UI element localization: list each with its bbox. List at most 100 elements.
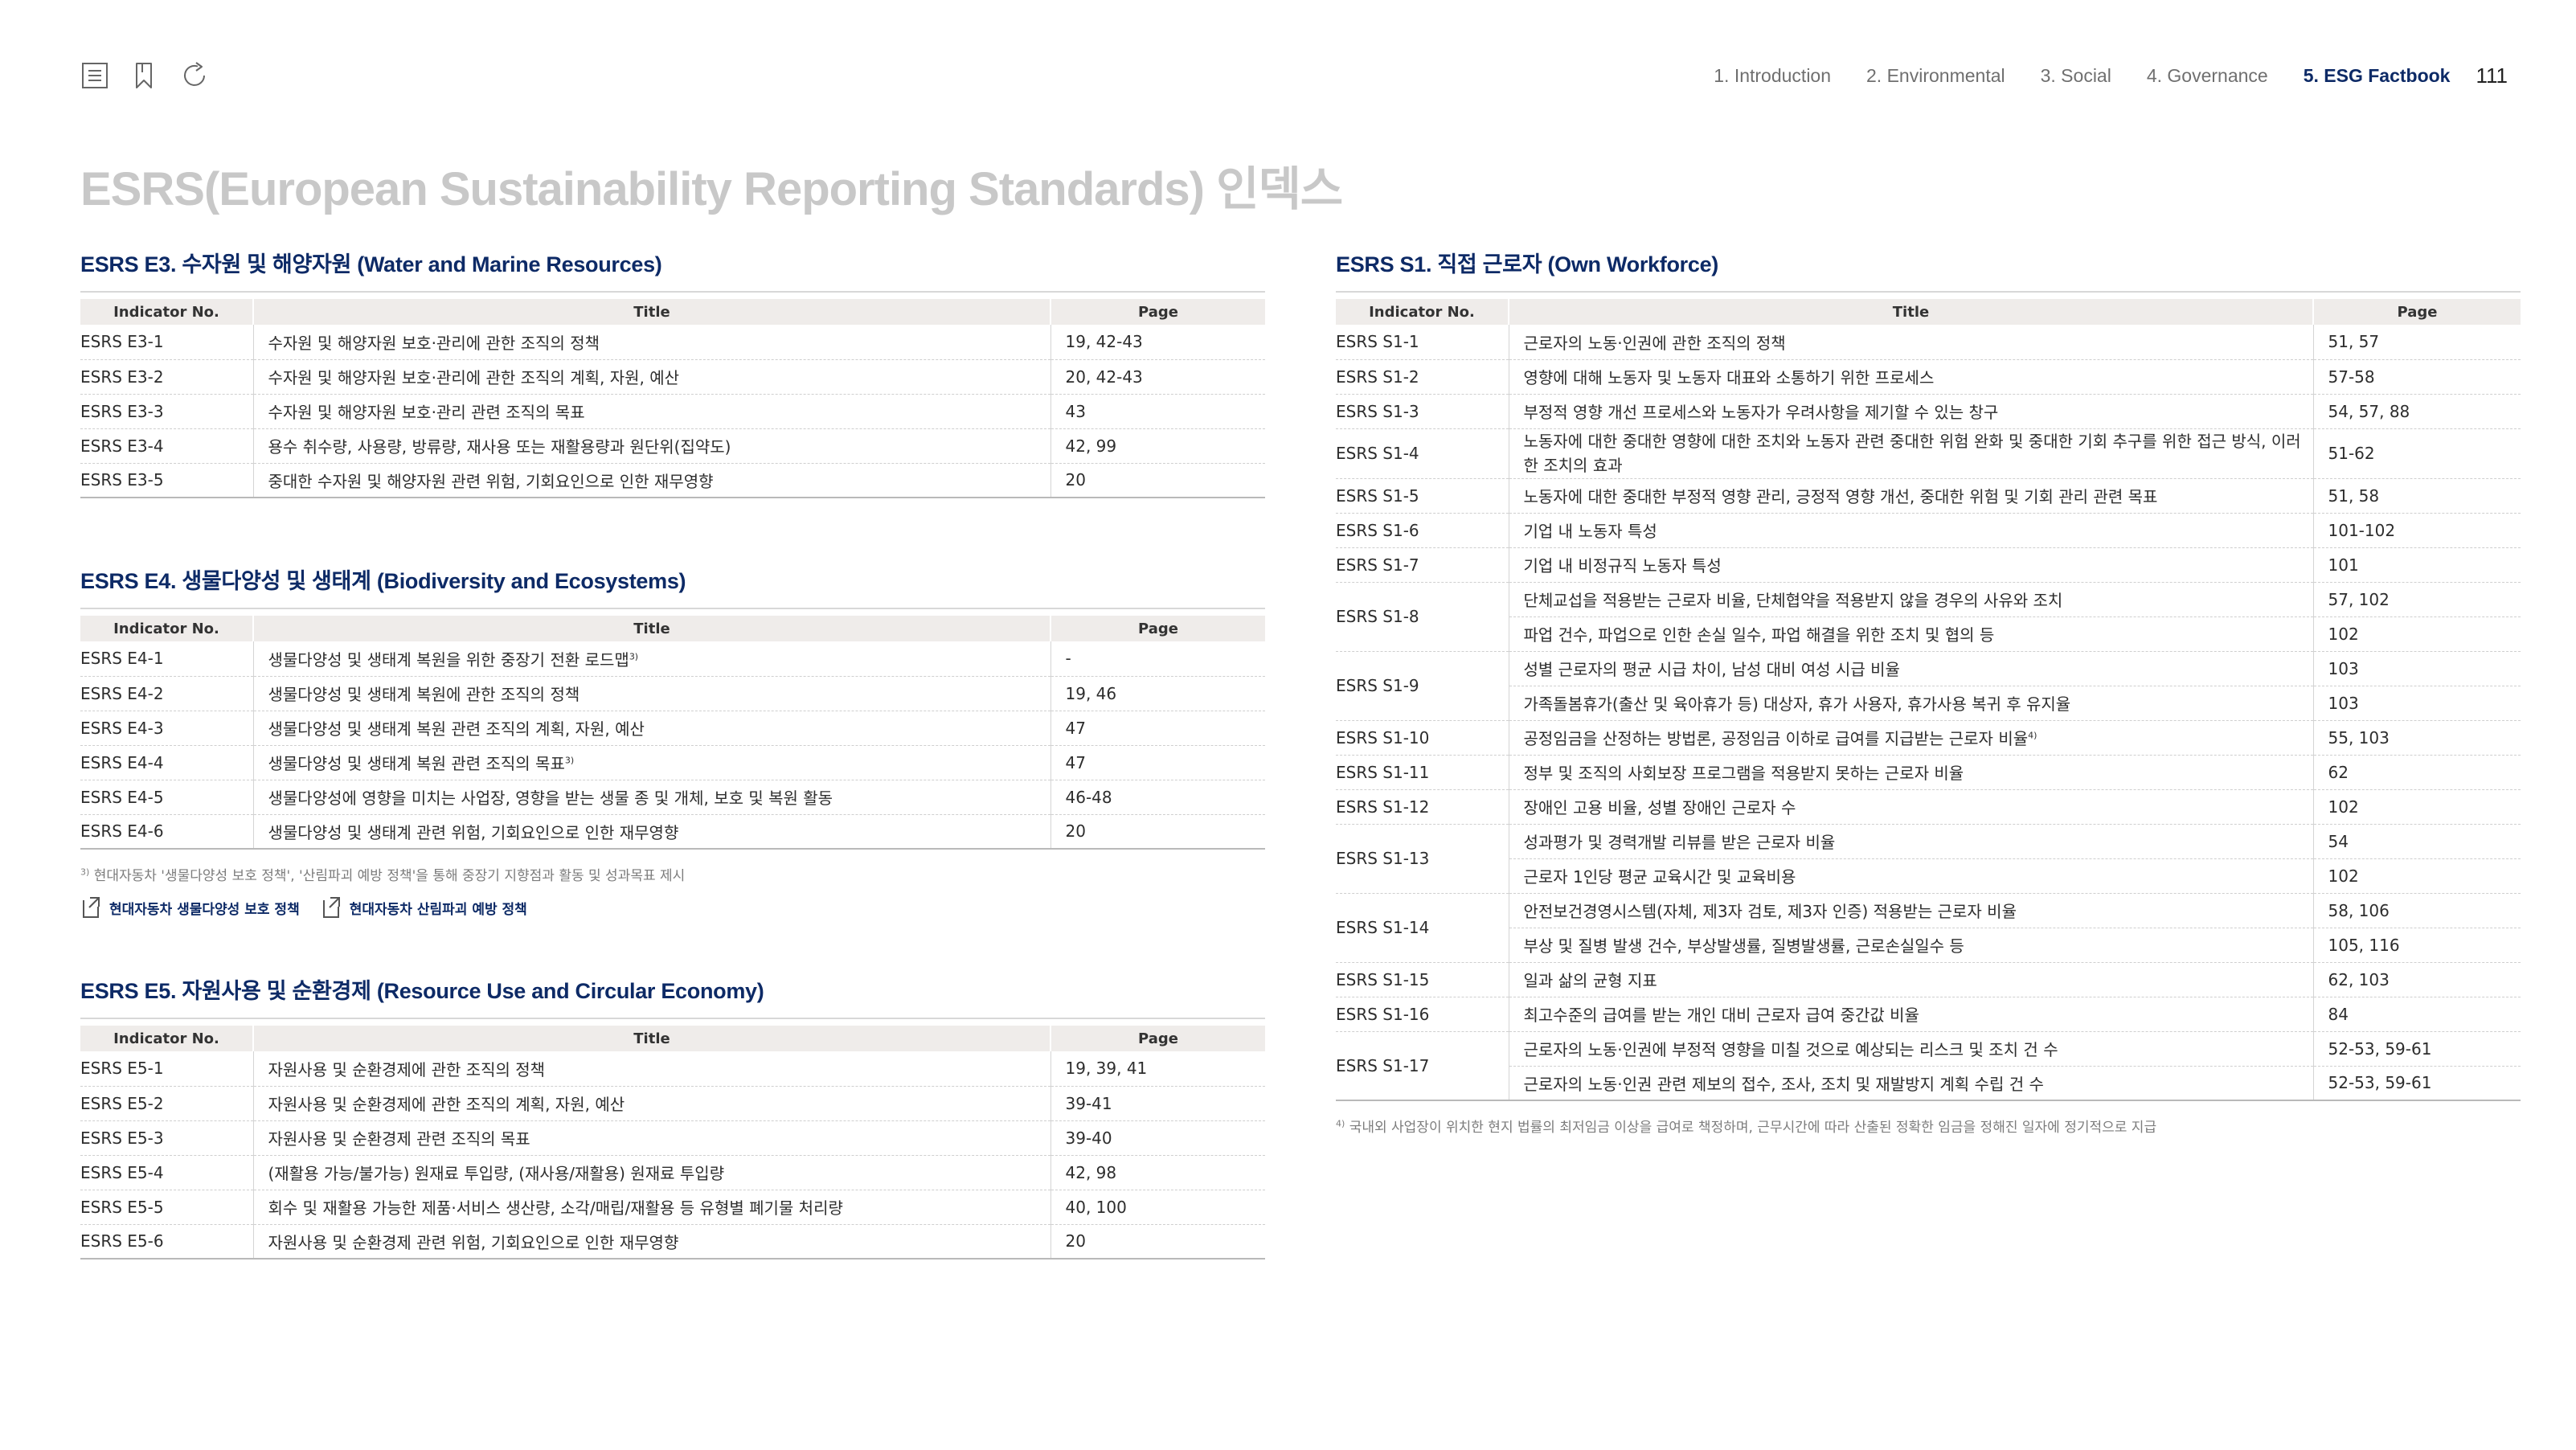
indicator-cell: ESRS S1-5: [1336, 485, 1419, 506]
indicator-cell: ESRS S1-2: [1336, 367, 1419, 387]
table-row: ESRS S1-14 안전보건경영시스템(자체, 제3자 검토, 제3자 인증) …: [1336, 893, 2521, 937]
title-cell: 기업 내 노동자 특성: [1508, 513, 2313, 547]
col-header-page: Page: [1050, 299, 1265, 325]
section-nav: 1. Introduction 2. Environmental 3. Soci…: [1678, 58, 2508, 93]
title-cell: 장애인 고용 비율, 성별 장애인 근로자 수: [1508, 789, 2313, 824]
title-cell: 생물다양성에 영향을 미치는 사업장, 영향을 받는 생물 종 및 개체, 보호…: [252, 780, 1050, 814]
title-cell: (재활용 가능/불가능) 원재료 투입량, (재사용/재활용) 원재료 투입량: [252, 1155, 1050, 1190]
title-text: 장애인 고용 비율, 성별 장애인 근로자 수: [1523, 798, 1796, 817]
title-text: 안전보건경영시스템(자체, 제3자 검토, 제3자 인증) 적용받는 근로자 비…: [1523, 902, 2017, 921]
title-cell: 정부 및 조직의 사회보장 프로그램을 적용받지 못하는 근로자 비율: [1508, 755, 2313, 789]
col-header-title: Title: [252, 299, 1050, 325]
table-s1: Indicator No. Title Page ESRS S1-1 근로자의 노…: [1336, 299, 2521, 1101]
title-text: 자원사용 및 순환경제 관련 위험, 기회요인으로 인한 재무영향: [268, 1232, 679, 1252]
title-cell: 영향에 대해 노동자 및 노동자 대표와 소통하기 위한 프로세스: [1508, 359, 2313, 394]
title-cell: 근로자의 노동·인권에 관한 조직의 정책: [1508, 325, 2313, 359]
table-row: 부상 및 질병 발생 건수, 부상발생률, 질병발생률, 근로손실일수 등 105…: [1336, 928, 2521, 962]
page-cell: 19, 46: [1050, 676, 1265, 711]
title-cell: 근로자 1인당 평균 교육시간 및 교육비용: [1508, 858, 2313, 893]
title-cell: 노동자에 대한 중대한 영향에 대한 조치와 노동자 관련 중대한 위험 완화 …: [1508, 428, 2313, 478]
bookmark-icon[interactable]: [130, 61, 159, 90]
page-cell: 20: [1050, 1224, 1265, 1259]
indicator-cell: ESRS E3-3: [80, 401, 164, 421]
page-cell: 52-53, 59-61: [2312, 1031, 2521, 1066]
col-header-page: Page: [1050, 616, 1265, 641]
title-cell: 성과평가 및 경력개발 리뷰를 받은 근로자 비율: [1508, 824, 2313, 858]
page-cell: 103: [2312, 651, 2521, 686]
nav-esg-factbook[interactable]: 5. ESG Factbook: [2304, 65, 2451, 87]
indicator-cell: ESRS E5-4: [80, 1162, 164, 1182]
title-cell: 파업 건수, 파업으로 인한 손실 일수, 파업 해결을 위한 조치 및 협의 …: [1508, 616, 2313, 651]
page-cell: 20: [1050, 463, 1265, 498]
title-cell: 생물다양성 및 생태계 복원에 관한 조직의 정책: [252, 676, 1050, 711]
table-row: ESRS E4-1 생물다양성 및 생태계 복원을 위한 중장기 전환 로드맵3)…: [80, 641, 1265, 676]
title-text: 근로자의 노동·인권 관련 제보의 접수, 조사, 조치 및 재발방지 계획 수…: [1523, 1074, 2044, 1094]
table-row: ESRS E3-3 수자원 및 해양자원 보호·관리 관련 조직의 목표 43: [80, 394, 1265, 428]
title-text: 근로자의 노동·인권에 부정적 영향을 미칠 것으로 예상되는 리스크 및 조치…: [1523, 1040, 2058, 1059]
indicator-cell: ESRS E3-5: [80, 470, 164, 490]
nav-governance[interactable]: 4. Governance: [2147, 65, 2268, 87]
title-text: 수자원 및 해양자원 보호·관리 관련 조직의 목표: [268, 403, 585, 422]
policy-links: 현대자동차 생물다양성 보호 정책 현대자동차 산림파괴 예방 정책: [80, 895, 1265, 920]
title-text: 부상 및 질병 발생 건수, 부상발생률, 질병발생률, 근로손실일수 등: [1523, 936, 1964, 956]
table-row: ESRS E5-5 회수 및 재활용 가능한 제품·서비스 생산량, 소각/매립/…: [80, 1190, 1265, 1224]
link-deforestation-policy[interactable]: 현대자동차 산림파괴 예방 정책: [321, 895, 527, 920]
link-label: 현대자동차 산림파괴 예방 정책: [349, 901, 527, 918]
refresh-icon[interactable]: [180, 61, 209, 90]
title-cell: 수자원 및 해양자원 보호·관리에 관한 조직의 계획, 자원, 예산: [252, 359, 1050, 394]
table-row: ESRS E3-5 중대한 수자원 및 해양자원 관련 위험, 기회요인으로 인한…: [80, 463, 1265, 498]
indicator-cell: ESRS S1-10: [1336, 727, 1430, 748]
table-row: ESRS E3-2 수자원 및 해양자원 보호·관리에 관한 조직의 계획, 자원…: [80, 359, 1265, 394]
col-header-title: Title: [252, 616, 1050, 641]
nav-introduction[interactable]: 1. Introduction: [1714, 65, 1831, 87]
col-header-indicator: Indicator No.: [80, 299, 253, 325]
section-s1: ESRS S1. 직접 근로자 (Own Workforce) Indicato…: [1336, 251, 2521, 1136]
indicator-cell: ESRS S1-6: [1336, 520, 1419, 540]
title-text: 최고수준의 급여를 받는 개인 대비 근로자 급여 중간값 비율: [1523, 1006, 1919, 1025]
indicator-cell: ESRS S1-4: [1336, 444, 1419, 463]
footnote-text: 국내외 사업장이 위치한 현지 법률의 최저임금 이상을 급여로 책정하며, 근…: [1345, 1120, 2157, 1136]
page-cell: 57-58: [2312, 359, 2521, 394]
table-row: ESRS S1-3 부정적 영향 개선 프로세스와 노동자가 우려사항을 제기할 …: [1336, 394, 2521, 428]
page-cell: 62, 103: [2312, 962, 2521, 997]
title-text: 생물다양성 및 생태계 관련 위험, 기회요인으로 인한 재무영향: [268, 822, 679, 842]
page-cell: 51-62: [2312, 428, 2521, 478]
title-text: 자원사용 및 순환경제 관련 조직의 목표: [268, 1129, 530, 1149]
indicator-cell: ESRS E5-6: [80, 1231, 164, 1251]
table-row: ESRS E4-2 생물다양성 및 생태계 복원에 관한 조직의 정책 19, 46: [80, 676, 1265, 711]
title-text: 생물다양성 및 생태계 복원에 관한 조직의 정책: [268, 685, 580, 704]
nav-environmental[interactable]: 2. Environmental: [1866, 65, 2005, 87]
page-cell: 84: [2312, 997, 2521, 1031]
indicator-cell: ESRS E5-2: [80, 1093, 164, 1113]
indicator-cell: ESRS S1-17: [1336, 1055, 1430, 1075]
page-cell: 42, 99: [1050, 428, 1265, 463]
table-row: ESRS S1-17 근로자의 노동·인권에 부정적 영향을 미칠 것으로 예상되…: [1336, 1031, 2521, 1075]
title-cell: 자원사용 및 순환경제 관련 조직의 목표: [252, 1120, 1050, 1155]
table-row: ESRS E3-4 용수 취수량, 사용량, 방류량, 재사용 또는 재활용량과 …: [80, 428, 1265, 463]
title-text: 기업 내 비정규직 노동자 특성: [1523, 556, 1722, 575]
table-row: ESRS S1-2 영향에 대해 노동자 및 노동자 대표와 소통하기 위한 프로…: [1336, 359, 2521, 394]
title-cell: 단체교섭을 적용받는 근로자 비율, 단체협약을 적용받지 않을 경우의 사유와…: [1508, 582, 2313, 616]
link-label: 현대자동차 생물다양성 보호 정책: [109, 901, 300, 918]
footnote-e4: 3) 현대자동차 '생물다양성 보호 정책', '산림파괴 예방 정책'을 통해…: [80, 864, 1265, 884]
link-biodiversity-policy[interactable]: 현대자동차 생물다양성 보호 정책: [80, 895, 300, 920]
list-icon[interactable]: [80, 61, 109, 90]
title-text: (재활용 가능/불가능) 원재료 투입량, (재사용/재활용) 원재료 투입량: [268, 1164, 725, 1183]
col-header-title: Title: [1508, 299, 2313, 325]
table-row: ESRS S1-13 성과평가 및 경력개발 리뷰를 받은 근로자 비율 54: [1336, 824, 2521, 868]
table-row: ESRS S1-7 기업 내 비정규직 노동자 특성 101: [1336, 547, 2521, 582]
col-header-indicator: Indicator No.: [80, 1026, 253, 1051]
table-row: ESRS E5-3 자원사용 및 순환경제 관련 조직의 목표 39-40: [80, 1120, 1265, 1155]
page-cell: 102: [2312, 616, 2521, 651]
indicator-cell: ESRS E3-4: [80, 436, 164, 456]
title-text: 중대한 수자원 및 해양자원 관련 위험, 기회요인으로 인한 재무영향: [268, 471, 714, 491]
footnote-ref: 3): [629, 651, 639, 662]
top-bar: 1. Introduction 2. Environmental 3. Soci…: [80, 58, 2508, 93]
indicator-cell: ESRS E4-2: [80, 683, 164, 703]
title-text: 생물다양성 및 생태계 복원 관련 조직의 목표: [268, 754, 565, 773]
page-cell: -: [1050, 641, 1265, 676]
page-cell: 40, 100: [1050, 1190, 1265, 1224]
nav-social[interactable]: 3. Social: [2041, 65, 2111, 87]
title-text: 성별 근로자의 평균 시급 차이, 남성 대비 여성 시급 비율: [1523, 660, 1900, 679]
page-cell: 62: [2312, 755, 2521, 789]
